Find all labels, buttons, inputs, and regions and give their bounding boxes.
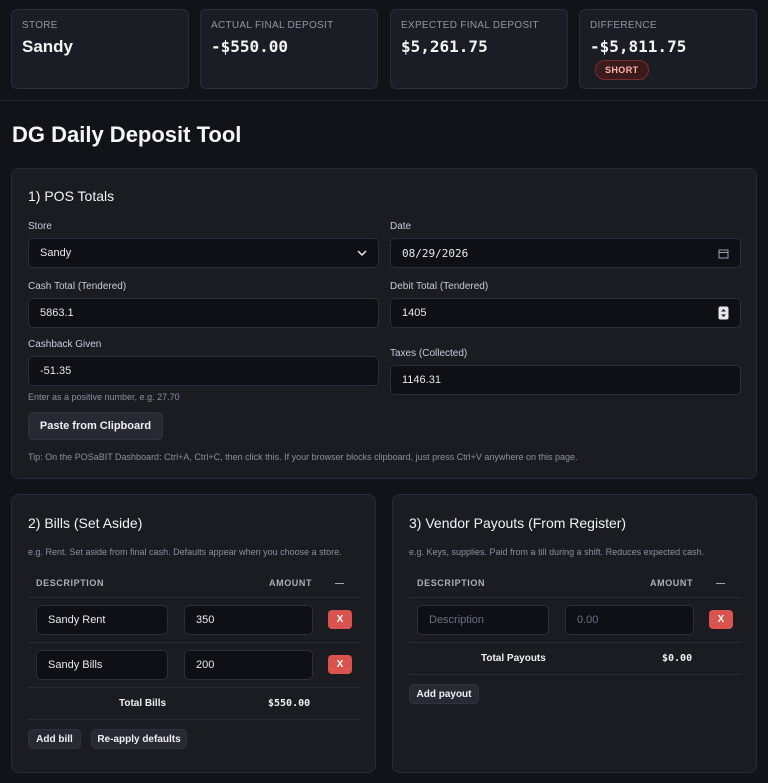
- cashback-hint: Enter as a positive number, e.g. 27.70: [28, 392, 180, 402]
- store-select[interactable]: Sandy: [28, 238, 379, 268]
- remove-payout-button[interactable]: X: [709, 610, 733, 629]
- summary-card-actual: ACTUAL FINAL DEPOSIT -$550.00: [200, 9, 378, 89]
- bill-amount-input[interactable]: 350: [184, 605, 313, 635]
- add-bill-button[interactable]: Add bill: [28, 729, 81, 749]
- pos-totals-title: 1) POS Totals: [28, 188, 115, 204]
- bill-row-divider: [28, 642, 360, 643]
- total-payouts-label: Total Payouts: [481, 653, 546, 664]
- status-badge: SHORT: [595, 60, 649, 80]
- store-label: Store: [28, 221, 52, 232]
- remove-bill-button[interactable]: X: [328, 655, 352, 674]
- page-title: DG Daily Deposit Tool: [12, 122, 242, 147]
- date-label: Date: [390, 221, 412, 232]
- payouts-col-amount: AMOUNT: [650, 578, 694, 588]
- store-select-value: Sandy: [40, 247, 72, 259]
- summary-actual-value: -$550.00: [211, 37, 289, 56]
- reapply-defaults-button[interactable]: Re-apply defaults: [91, 729, 187, 749]
- cashback-input[interactable]: -51.35: [28, 356, 379, 386]
- total-bills-label: Total Bills: [119, 698, 167, 709]
- remove-bill-button[interactable]: X: [328, 610, 352, 629]
- paste-from-clipboard-button[interactable]: Paste from Clipboard: [28, 412, 163, 440]
- chevron-down-icon: [357, 249, 367, 256]
- payout-amount-input[interactable]: 0.00: [565, 605, 694, 635]
- debit-total-label: Debit Total (Tendered): [390, 281, 489, 292]
- summary-actual-label: ACTUAL FINAL DEPOSIT: [211, 20, 334, 31]
- summary-bar: STORE Sandy ACTUAL FINAL DEPOSIT -$550.0…: [11, 9, 757, 89]
- bills-title: 2) Bills (Set Aside): [28, 515, 143, 531]
- payouts-header-divider: [409, 597, 741, 598]
- cash-total-label: Cash Total (Tendered): [28, 281, 127, 292]
- bill-description-input[interactable]: Sandy Bills: [36, 650, 168, 680]
- header-divider: [0, 100, 768, 101]
- date-input-value: 08/29/2026: [402, 246, 469, 260]
- summary-card-store: STORE Sandy: [11, 9, 189, 89]
- payout-row-divider: [409, 642, 741, 643]
- cashback-label: Cashback Given: [28, 339, 102, 350]
- date-input[interactable]: 08/29/2026: [390, 238, 741, 268]
- summary-card-expected: EXPECTED FINAL DEPOSIT $5,261.75: [390, 9, 568, 89]
- bills-col-amount: AMOUNT: [269, 578, 313, 588]
- payouts-title: 3) Vendor Payouts (From Register): [409, 515, 627, 531]
- payouts-col-description: DESCRIPTION: [417, 578, 486, 588]
- total-bills-value: $550.00: [268, 698, 311, 709]
- summary-card-difference: DIFFERENCE -$5,811.75 SHORT: [579, 9, 757, 89]
- payouts-col-action: —: [716, 578, 726, 588]
- bills-panel: 2) Bills (Set Aside) e.g. Rent. Set asid…: [11, 494, 376, 773]
- summary-store-value: Sandy: [22, 37, 74, 56]
- bill-description-input[interactable]: Sandy Rent: [36, 605, 168, 635]
- bills-total-divider: [28, 719, 360, 720]
- bill-amount-input[interactable]: 200: [184, 650, 313, 680]
- bill-row-divider: [28, 687, 360, 688]
- summary-difference-label: DIFFERENCE: [590, 20, 657, 31]
- calendar-icon[interactable]: [718, 248, 729, 259]
- taxes-input[interactable]: 1146.31: [390, 365, 741, 395]
- debit-total-value: 1405: [402, 307, 427, 319]
- payout-description-input[interactable]: Description: [417, 605, 549, 635]
- cash-total-input[interactable]: 5863.1: [28, 298, 379, 328]
- payouts-hint: e.g. Keys, supplies. Paid from a till du…: [409, 547, 705, 557]
- bills-header-divider: [28, 597, 360, 598]
- bills-hint: e.g. Rent. Set aside from final cash. De…: [28, 547, 342, 557]
- debit-total-input[interactable]: 1405: [390, 298, 741, 328]
- bills-col-description: DESCRIPTION: [36, 578, 105, 588]
- add-payout-button[interactable]: Add payout: [409, 684, 479, 704]
- payouts-total-divider: [409, 674, 741, 675]
- total-payouts-value: $0.00: [662, 653, 693, 664]
- bills-col-action: —: [335, 578, 345, 588]
- summary-store-label: STORE: [22, 20, 58, 31]
- pos-totals-panel: 1) POS Totals Store Sandy Date 08/29/202…: [11, 168, 757, 479]
- vendor-payouts-panel: 3) Vendor Payouts (From Register) e.g. K…: [392, 494, 757, 773]
- summary-expected-value: $5,261.75: [401, 37, 488, 56]
- summary-difference-value: -$5,811.75: [590, 37, 687, 56]
- clipboard-tip: Tip: On the POSaBIT Dashboard: Ctrl+A, C…: [28, 452, 578, 462]
- summary-expected-label: EXPECTED FINAL DEPOSIT: [401, 20, 539, 31]
- number-stepper-icon[interactable]: [718, 306, 729, 320]
- taxes-label: Taxes (Collected): [390, 348, 468, 359]
